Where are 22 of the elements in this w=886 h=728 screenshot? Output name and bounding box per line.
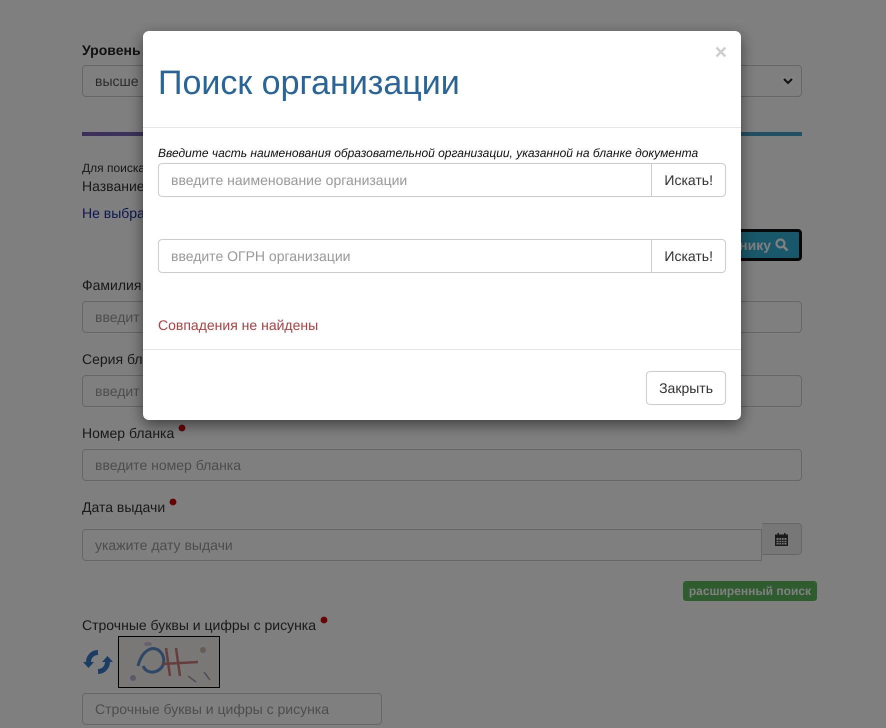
- field-label: Название: [82, 177, 145, 196]
- field-label: Номер бланка: [82, 424, 174, 443]
- search-button[interactable]: Искать!: [652, 239, 726, 273]
- error-message: Совпадения не найдены: [158, 317, 320, 333]
- search-icon: [775, 238, 789, 252]
- search-button[interactable]: Искать!: [652, 163, 726, 197]
- calendar-button[interactable]: [762, 523, 802, 555]
- link[interactable]: Не выбра: [82, 203, 145, 223]
- field-label: Уровень: [82, 41, 141, 60]
- modal-title: Поиск организации: [158, 63, 461, 104]
- field-label: Фамилия: [82, 276, 142, 295]
- field-label: Строчные буквы и цифры с рисунка: [82, 616, 316, 635]
- chevron-down-icon: [783, 78, 793, 84]
- advanced-search-link[interactable]: расширенный поиск: [682, 581, 817, 601]
- field-label: Серия бл: [82, 350, 143, 369]
- search-field[interactable]: введите ОГРН организации: [158, 239, 652, 273]
- field-label: Дата выдачи: [82, 498, 166, 517]
- close-button[interactable]: ×: [714, 41, 727, 65]
- close-button[interactable]: Закрыть: [646, 371, 726, 405]
- search-field[interactable]: введите наименование организации: [158, 163, 652, 197]
- hint-text: Введите часть наименования образовательной организации, указанной на бланке документа: [158, 146, 700, 160]
- calendar-icon: [775, 532, 788, 546]
